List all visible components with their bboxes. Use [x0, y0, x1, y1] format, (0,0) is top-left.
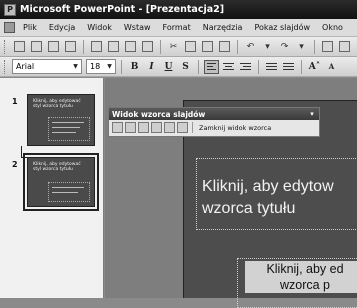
slide-master-toolbar-row: Zamknij widok wzorca — [109, 120, 319, 135]
chart-icon[interactable] — [320, 39, 335, 54]
title-text-line: Kliknij, aby edytow — [202, 178, 334, 195]
menu-format[interactable]: Format — [157, 23, 197, 32]
shadow-button[interactable]: S — [178, 62, 193, 72]
menu-insert[interactable]: Wstaw — [118, 23, 157, 32]
align-left-icon[interactable] — [204, 59, 219, 74]
slide-master-toolbar: Widok wzorca slajdów ▾ Zamknij widok wzo… — [108, 107, 320, 137]
thumbnail-text-line — [52, 192, 78, 193]
save-icon[interactable] — [46, 39, 61, 54]
thumbnail-body-box — [48, 117, 90, 141]
align-right-icon[interactable] — [238, 60, 253, 74]
toolbar-separator — [258, 59, 259, 74]
undo-icon[interactable]: ↶ — [243, 39, 258, 54]
align-center-icon[interactable] — [221, 60, 236, 74]
format-painter-icon[interactable] — [217, 39, 232, 54]
toolbar-separator — [83, 39, 84, 54]
spelling-icon[interactable] — [123, 39, 138, 54]
numbering-icon[interactable] — [264, 60, 279, 74]
body-text-line: Kliknij, aby ed — [266, 262, 344, 276]
redo-icon[interactable]: ↷ — [277, 39, 292, 54]
delete-master-icon[interactable] — [138, 122, 149, 133]
toolbar-separator — [301, 59, 302, 74]
chevron-down-icon[interactable]: ▼ — [105, 61, 114, 72]
standard-toolbar: ✂ ↶ ▾ ↷ ▾ — [0, 37, 357, 57]
slide-master-toolbar-label: Widok wzorca slajdów — [112, 109, 206, 119]
permission-icon[interactable] — [63, 39, 78, 54]
toolbar-separator — [237, 39, 238, 54]
thumbnail-text-line — [52, 187, 84, 188]
thumbnail-title: Kliknij, aby edytować styl wzorca tytułu — [33, 99, 81, 109]
menu-view[interactable]: Widok — [81, 23, 118, 32]
bold-button[interactable]: B — [127, 62, 142, 72]
slide-master-toolbar-title[interactable]: Widok wzorca slajdów ▾ — [109, 108, 319, 120]
toolbar-separator — [314, 39, 315, 54]
undo-dropdown-icon[interactable]: ▾ — [260, 39, 275, 54]
thumbnail-text-line — [52, 132, 76, 133]
slide-thumbnail-selected[interactable]: Kliknij, aby edytować styl wzorca tytułu — [23, 153, 99, 211]
shrink-font-button[interactable]: A — [324, 62, 339, 71]
cut-icon[interactable]: ✂ — [166, 39, 181, 54]
new-icon[interactable] — [12, 39, 27, 54]
window-title: Microsoft PowerPoint - [Prezentacja2] — [20, 4, 225, 15]
bullets-icon[interactable] — [281, 60, 296, 74]
master-layout-icon[interactable] — [177, 122, 188, 133]
slide-number: 1 — [12, 97, 18, 106]
research-icon[interactable] — [140, 39, 155, 54]
menu-window[interactable]: Okno — [316, 23, 349, 32]
slide-number: 2 — [12, 160, 18, 169]
menu-bar: Plik Edycja Widok Wstaw Format Narzędzia… — [0, 19, 357, 37]
thumbnail-title: Kliknij, aby edytować styl wzorca tytułu — [33, 162, 81, 172]
toolbar-grip[interactable] — [4, 59, 7, 74]
grow-font-button[interactable]: A˄ — [307, 62, 322, 72]
underline-button[interactable]: U — [161, 62, 176, 72]
table-icon[interactable] — [337, 39, 352, 54]
title-text-line: wzorca tytułu — [202, 200, 296, 217]
copy-icon[interactable] — [183, 39, 198, 54]
rename-master-icon[interactable] — [164, 122, 175, 133]
insert-slide-master-icon[interactable] — [112, 122, 123, 133]
menu-file[interactable]: Plik — [17, 23, 43, 32]
body-text-line: wzorca p — [279, 278, 331, 292]
chevron-down-icon[interactable]: ▼ — [71, 61, 80, 72]
redo-dropdown-icon[interactable]: ▾ — [294, 39, 309, 54]
print-preview-icon[interactable] — [106, 39, 121, 54]
title-bar: P Microsoft PowerPoint - [Prezentacja2] — [0, 0, 357, 19]
title-placeholder-text[interactable]: Kliknij, aby edytow wzorca tytułu — [202, 176, 357, 220]
font-name-combo[interactable]: Arial ▼ — [12, 59, 82, 74]
thumbnail-text-line — [52, 122, 84, 123]
preserve-master-icon[interactable] — [151, 122, 162, 133]
open-icon[interactable] — [29, 39, 44, 54]
menu-edit[interactable]: Edycja — [43, 23, 81, 32]
close-master-view-button[interactable]: Zamknij widok wzorca — [197, 123, 273, 133]
font-name-value: Arial — [16, 62, 35, 71]
menu-tools[interactable]: Narzędzia — [197, 23, 249, 32]
insert-title-master-icon[interactable] — [125, 122, 136, 133]
document-icon[interactable] — [4, 22, 15, 33]
toolbar-separator — [192, 122, 193, 133]
body-placeholder-text[interactable]: Kliknij, aby ed wzorca p — [245, 261, 357, 293]
font-size-value: 18 — [90, 62, 101, 71]
italic-button[interactable]: I — [144, 62, 159, 72]
toolbar-options-icon[interactable]: ▾ — [307, 109, 317, 118]
menu-slideshow[interactable]: Pokaz slajdów — [248, 23, 316, 32]
toolbar-separator — [198, 59, 199, 74]
font-size-combo[interactable]: 18 ▼ — [86, 59, 116, 74]
thumbnail-text-line — [52, 127, 80, 128]
paste-icon[interactable] — [200, 39, 215, 54]
toolbar-separator — [121, 59, 122, 74]
print-icon[interactable] — [89, 39, 104, 54]
formatting-toolbar: Arial ▼ 18 ▼ B I U S A˄ A — [0, 57, 357, 77]
powerpoint-icon: P — [4, 3, 16, 16]
toolbar-separator — [160, 39, 161, 54]
toolbar-grip[interactable] — [4, 39, 7, 54]
slide-thumbnail[interactable]: Kliknij, aby edytować styl wzorca tytułu — [27, 94, 95, 146]
